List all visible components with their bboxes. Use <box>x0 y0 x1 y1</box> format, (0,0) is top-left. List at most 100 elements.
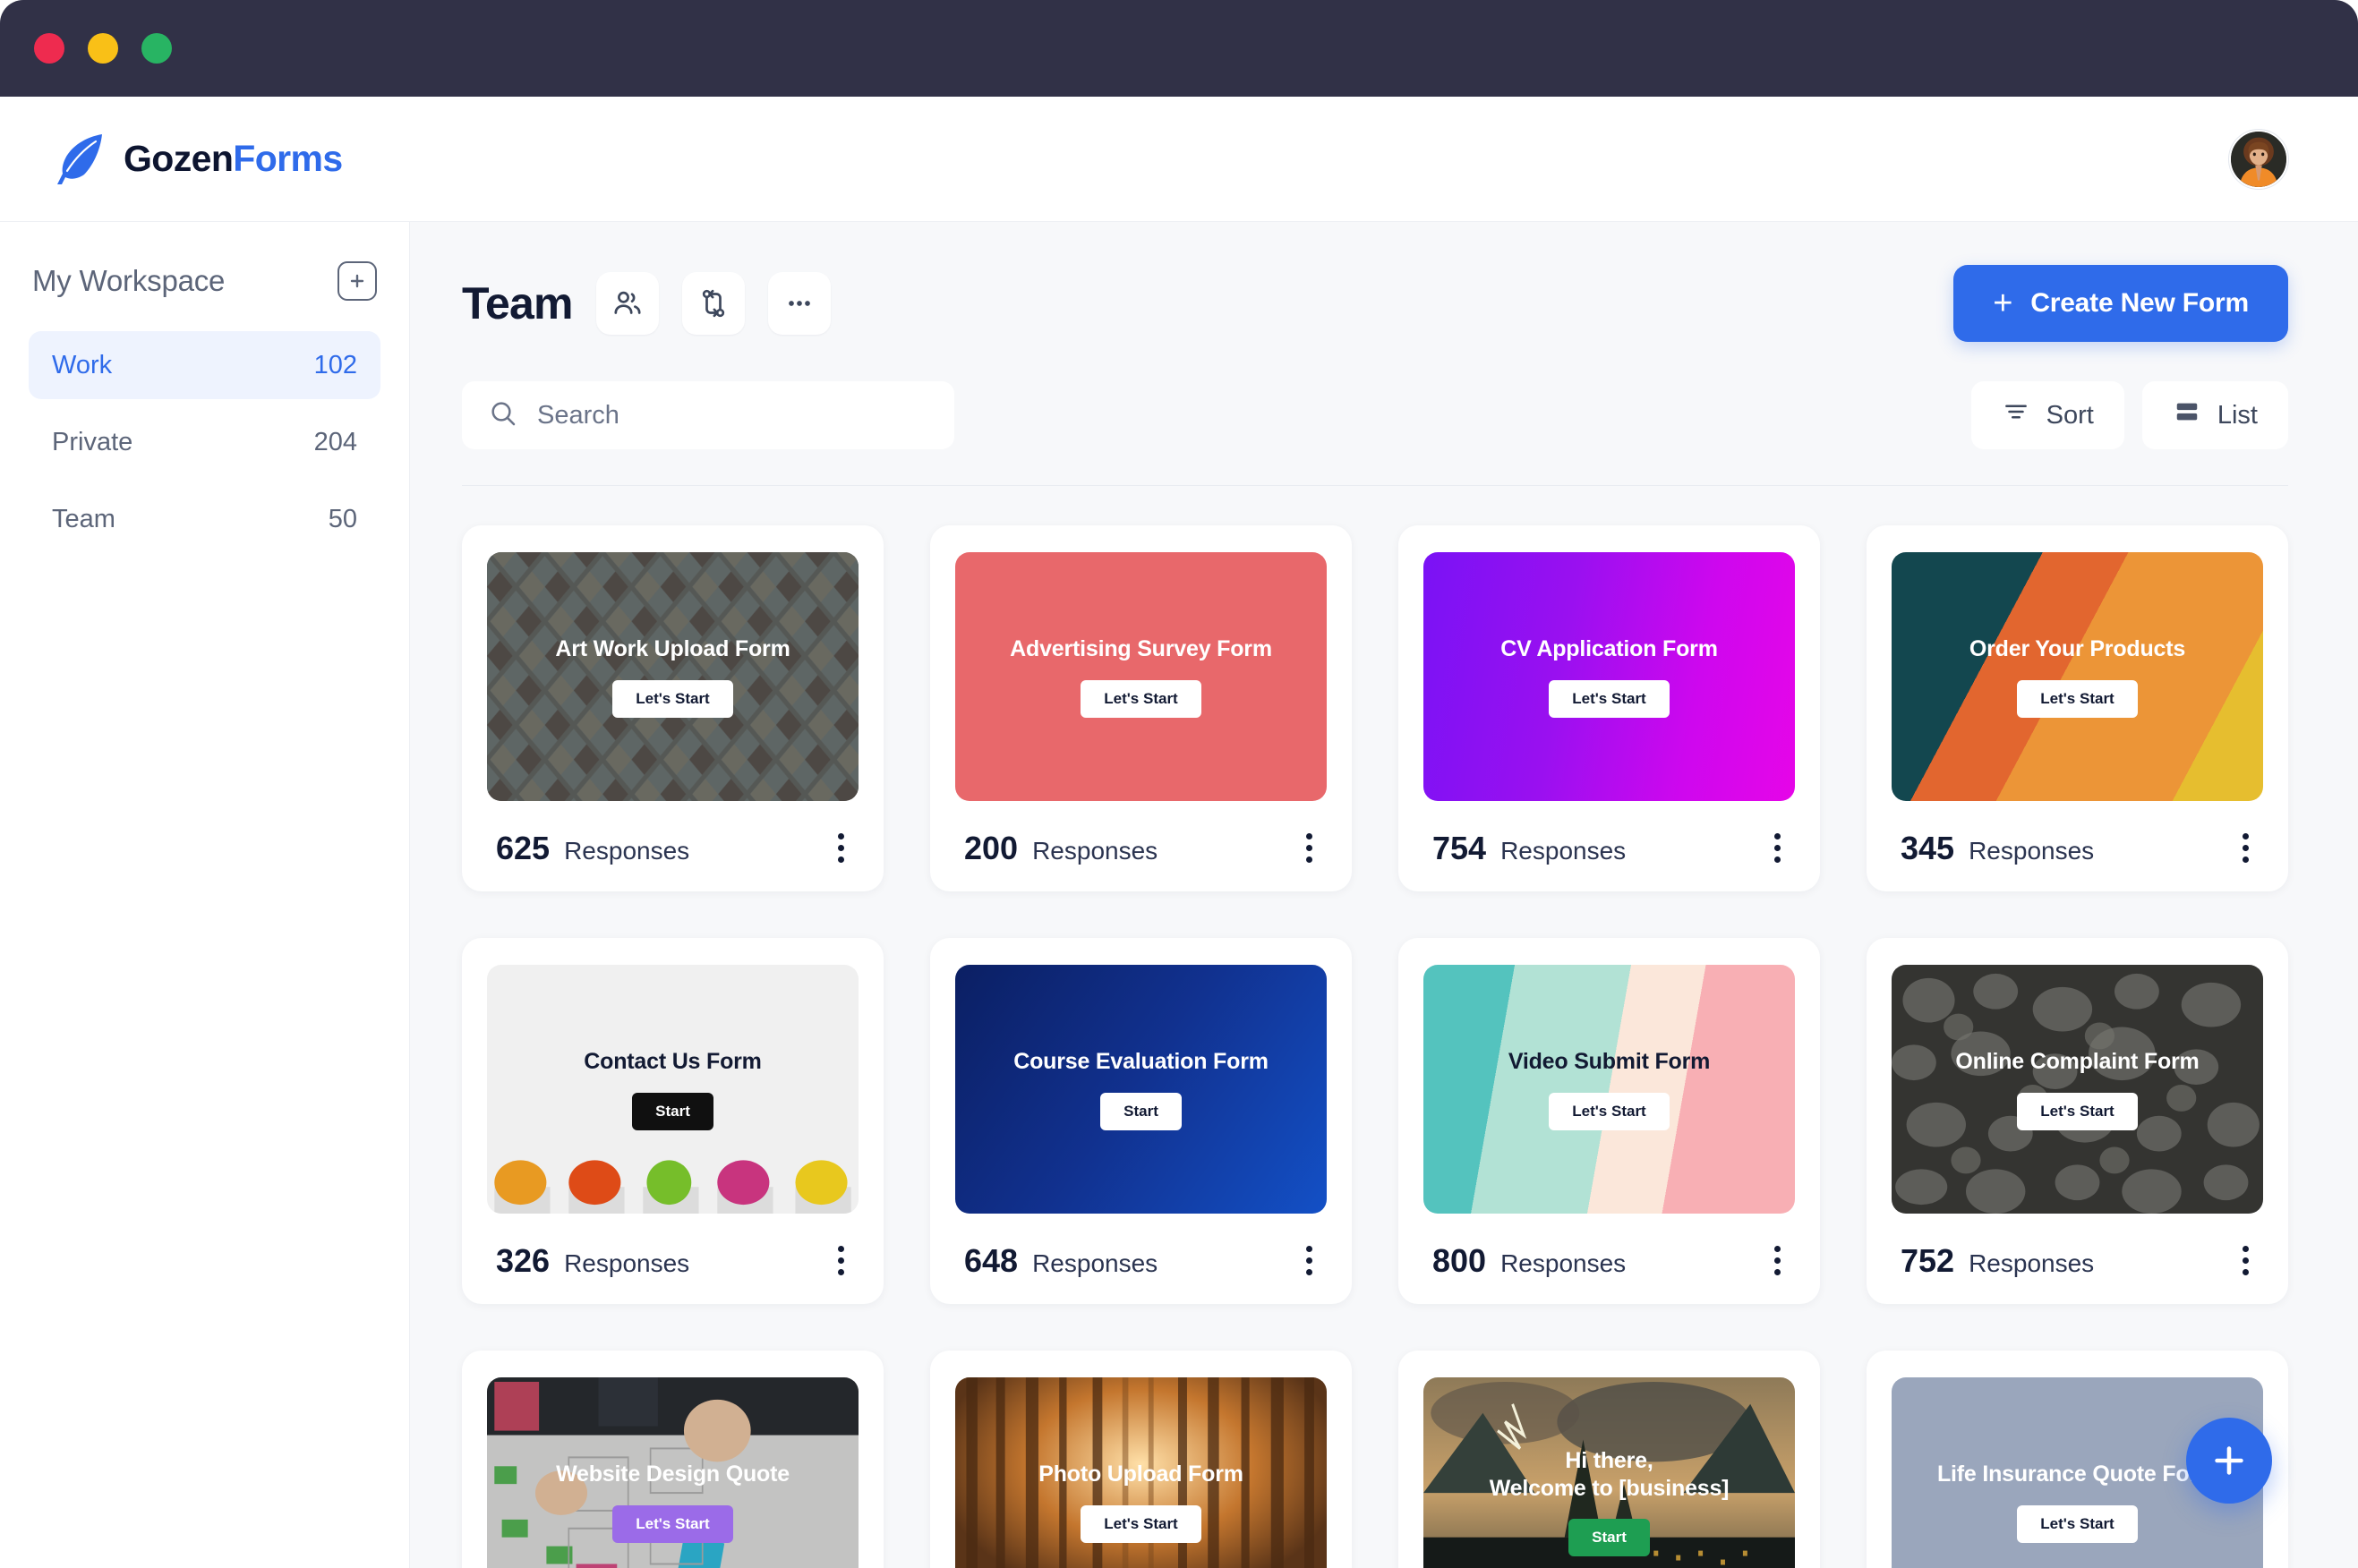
avatar[interactable] <box>2229 129 2288 189</box>
form-thumbnail-title: CV Application Form <box>1500 636 1718 662</box>
form-thumbnail-cta[interactable]: Start <box>1100 1092 1182 1130</box>
violet-gradient <box>1423 552 1795 801</box>
form-thumbnail[interactable]: Course Evaluation Form Start <box>955 965 1327 1214</box>
shingles-photo <box>487 552 859 801</box>
search-box[interactable] <box>462 381 954 449</box>
form-card-footer: 326 Responses <box>487 1214 859 1284</box>
add-form-fab[interactable] <box>2186 1418 2272 1504</box>
main-header: Team + Create New Form <box>462 265 2288 342</box>
form-card-menu-icon[interactable] <box>1301 1240 1318 1281</box>
pebbles-photo <box>1892 965 2263 1214</box>
page-title-group: Team <box>462 272 831 335</box>
search-icon <box>489 399 517 432</box>
form-thumbnail[interactable]: Online Complaint Form Let's Start <box>1892 965 2263 1214</box>
plus-icon: + <box>1993 285 2013 322</box>
form-thumbnail-cta[interactable]: Let's Start <box>2017 1092 2138 1130</box>
form-thumbnail-title: Contact Us Form <box>584 1049 762 1075</box>
form-thumbnail-cta[interactable]: Let's Start <box>1549 1092 1670 1130</box>
responses-label: Responses <box>1500 836 1627 865</box>
form-card[interactable]: Art Work Upload Form Let's Start 625 Res… <box>462 525 884 891</box>
form-card[interactable]: Website Design Quote Let's Start <box>462 1351 884 1568</box>
brand-logo-group[interactable]: GozenForms <box>56 132 343 187</box>
form-card[interactable]: Contact Us Form Start 326 Responses <box>462 938 884 1304</box>
form-thumbnail-title: Life Insurance Quote Form <box>1936 1461 2218 1487</box>
minimize-window-button[interactable] <box>88 33 118 64</box>
form-thumbnail[interactable]: Order Your Products Let's Start <box>1892 552 2263 801</box>
form-thumbnail[interactable]: CV Application Form Let's Start <box>1423 552 1795 801</box>
form-thumbnail-cta[interactable]: Let's Start <box>1081 1504 1201 1543</box>
form-card[interactable]: Online Complaint Form Let's Start 752 Re… <box>1867 938 2288 1304</box>
form-thumbnail[interactable]: Website Design Quote Let's Start <box>487 1377 859 1568</box>
workspace-title: My Workspace <box>32 264 226 297</box>
responses-stat: 648 Responses <box>964 1242 1158 1280</box>
form-card[interactable]: Course Evaluation Form Start 648 Respons… <box>930 938 1352 1304</box>
more-icon[interactable] <box>767 272 831 335</box>
responses-stat: 625 Responses <box>496 830 689 867</box>
form-thumbnail-title: Advertising Survey Form <box>1010 636 1272 662</box>
window-titlebar <box>0 0 2358 97</box>
form-thumbnail-cta[interactable]: Let's Start <box>1081 679 1201 718</box>
toolbar-divider <box>462 485 2288 486</box>
teal-orange-stripes <box>1892 552 2263 801</box>
transfer-icon[interactable] <box>681 272 745 335</box>
form-card[interactable]: Video Submit Form Let's Start 800 Respon… <box>1398 938 1820 1304</box>
form-card[interactable]: Hi there, Welcome to [business] Start <box>1398 1351 1820 1568</box>
form-thumbnail-cta[interactable]: Let's Start <box>2017 1504 2138 1543</box>
form-card[interactable]: Order Your Products Let's Start 345 Resp… <box>1867 525 2288 891</box>
form-thumbnail-cta[interactable]: Let's Start <box>612 679 733 718</box>
responses-count: 326 <box>496 1241 551 1279</box>
form-card-menu-icon[interactable] <box>1301 828 1318 868</box>
form-thumbnail-title: Online Complaint Form <box>1955 1049 2200 1075</box>
view-toggle-label: List <box>2217 400 2258 430</box>
app-topbar: GozenForms <box>0 97 2358 222</box>
sidebar-item-work[interactable]: Work 102 <box>29 331 380 399</box>
form-thumbnail-cta[interactable]: Let's Start <box>612 1504 733 1543</box>
view-toggle-button[interactable]: List <box>2141 381 2288 449</box>
form-thumbnail[interactable]: Contact Us Form Start <box>487 965 859 1214</box>
close-window-button[interactable] <box>34 33 64 64</box>
maximize-window-button[interactable] <box>141 33 172 64</box>
form-card-footer: 345 Responses <box>1892 801 2263 872</box>
sidebar-item-team[interactable]: Team 50 <box>29 485 380 553</box>
plus-icon <box>2215 1446 2243 1475</box>
form-thumbnail-title: Order Your Products <box>1969 636 2186 662</box>
form-thumbnail[interactable]: Advertising Survey Form Let's Start <box>955 552 1327 801</box>
form-thumbnail-cta[interactable]: Let's Start <box>2017 679 2138 718</box>
sidebar-item-label: Work <box>52 350 113 379</box>
feather-icon <box>56 132 106 187</box>
form-card[interactable]: CV Application Form Let's Start 754 Resp… <box>1398 525 1820 891</box>
sort-button[interactable]: Sort <box>1970 381 2124 449</box>
form-thumbnail[interactable]: Photo Upload Form Let's Start <box>955 1377 1327 1568</box>
responses-label: Responses <box>564 1248 690 1277</box>
responses-label: Responses <box>564 836 690 865</box>
form-thumbnail-cta[interactable]: Start <box>632 1092 713 1130</box>
form-thumbnail-title: Hi there, Welcome to [business] <box>1489 1447 1730 1501</box>
content-toolbar: Sort List <box>462 381 2288 449</box>
form-card-menu-icon[interactable] <box>2237 828 2254 868</box>
form-card-menu-icon[interactable] <box>833 828 850 868</box>
form-card-menu-icon[interactable] <box>833 1240 850 1281</box>
salmon-solid <box>955 552 1327 801</box>
form-card-footer: 625 Responses <box>487 801 859 872</box>
create-new-form-button[interactable]: + Create New Form <box>1953 265 2288 342</box>
responses-label: Responses <box>1969 836 2095 865</box>
create-new-form-label: Create New Form <box>2030 288 2249 318</box>
responses-count: 752 <box>1901 1241 1955 1279</box>
search-input[interactable] <box>537 400 927 430</box>
form-card[interactable]: Photo Upload Form Let's Start <box>930 1351 1352 1568</box>
form-card[interactable]: Advertising Survey Form Let's Start 200 … <box>930 525 1352 891</box>
members-icon[interactable] <box>595 272 659 335</box>
form-thumbnail-cta[interactable]: Let's Start <box>1549 679 1670 718</box>
responses-count: 800 <box>1432 1241 1487 1279</box>
sidebar-item-private[interactable]: Private 204 <box>29 408 380 476</box>
form-card-menu-icon[interactable] <box>2237 1240 2254 1281</box>
form-card-menu-icon[interactable] <box>1769 1240 1786 1281</box>
sort-icon <box>2002 398 2030 432</box>
plus-square-icon[interactable] <box>337 261 377 301</box>
responses-stat: 752 Responses <box>1901 1242 2094 1280</box>
form-thumbnail[interactable]: Video Submit Form Let's Start <box>1423 965 1795 1214</box>
form-card-menu-icon[interactable] <box>1769 828 1786 868</box>
form-thumbnail[interactable]: Hi there, Welcome to [business] Start <box>1423 1377 1795 1568</box>
form-thumbnail-cta[interactable]: Start <box>1568 1519 1650 1557</box>
form-thumbnail[interactable]: Art Work Upload Form Let's Start <box>487 552 859 801</box>
